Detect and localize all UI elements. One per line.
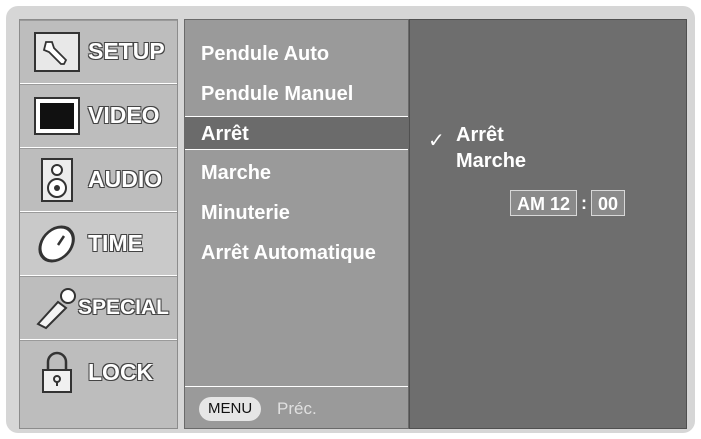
menu-item-pendule-manuel[interactable]: Pendule Manuel [185,77,408,111]
menu-item-arret[interactable]: Arrêt [185,116,408,150]
option-arret[interactable]: Arrêt [456,124,504,147]
menu-item-arret-automatique[interactable]: Arrêt Automatique [185,236,408,270]
key-icon [34,287,80,329]
hour-value: 12 [550,194,571,214]
clock-icon [34,223,80,265]
category-video[interactable]: VIDEO [20,84,177,148]
speaker-icon [34,157,80,202]
check-icon: ✓ [428,130,445,152]
time-setting: AM 12 : 00 [510,190,626,216]
category-label: AUDIO [88,166,163,192]
category-special[interactable]: SPECIAL [20,276,177,340]
category-audio[interactable]: AUDIO [20,148,177,212]
menu-item-pendule-auto[interactable]: Pendule Auto [185,37,408,71]
category-label: TIME [88,230,143,256]
time-separator: : [581,192,588,213]
options-panel: ✓ Arrêt Marche AM 12 : 00 [409,19,687,429]
menu-item-minuterie[interactable]: Minuterie [185,196,408,230]
option-marche[interactable]: Marche [456,150,526,173]
category-label: LOCK [88,358,154,385]
lock-icon [34,351,80,393]
category-time[interactable]: TIME [20,212,177,276]
category-sidebar: SETUP VIDEO AUDIO TIME SPECIAL LOCK [19,19,178,429]
menu-item-marche[interactable]: Marche [185,156,408,190]
category-setup[interactable]: SETUP [20,20,177,84]
time-menu: Pendule Auto Pendule Manuel Arrêt Marche… [184,19,409,429]
menu-footer: MENU Préc. [185,386,408,429]
menu-key-button[interactable]: MENU [199,397,262,421]
category-lock[interactable]: LOCK [20,340,177,404]
previous-label: Préc. [277,399,317,418]
category-label: SETUP [88,38,165,64]
category-label: SPECIAL [78,295,170,319]
minute-field[interactable]: 00 [591,190,626,216]
ampm-hour-field[interactable]: AM 12 [510,190,578,216]
ampm-value: AM [517,194,545,214]
wrench-icon [34,31,80,73]
category-label: VIDEO [88,102,160,128]
monitor-icon [34,95,80,137]
